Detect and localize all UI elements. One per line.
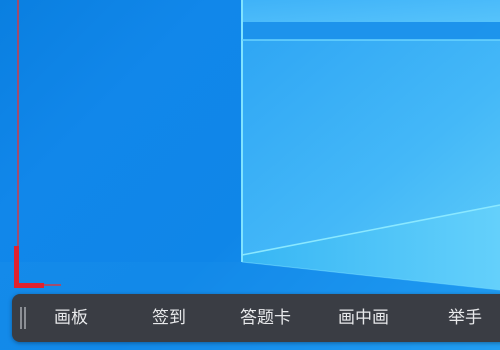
floating-toolbar: 画板 签到 答题卡 画中画 举手 [12, 294, 500, 342]
corner-bracket-horizontal [14, 283, 44, 288]
grip-line [20, 307, 22, 329]
whiteboard-button[interactable]: 画板 [54, 294, 88, 342]
selection-frame-left-edge [17, 0, 19, 287]
window-pane-gap [242, 22, 500, 40]
window-pane-top [242, 0, 500, 22]
raise-hand-button[interactable]: 举手 [448, 294, 482, 342]
grip-line [24, 307, 26, 329]
corner-bracket-vertical [14, 246, 19, 288]
answer-card-button[interactable]: 答题卡 [240, 294, 291, 342]
picture-in-picture-button[interactable]: 画中画 [338, 294, 389, 342]
corner-bracket-icon[interactable] [14, 246, 44, 288]
check-in-button[interactable]: 签到 [152, 294, 186, 342]
grip-lines-vertical-icon[interactable] [20, 307, 28, 329]
